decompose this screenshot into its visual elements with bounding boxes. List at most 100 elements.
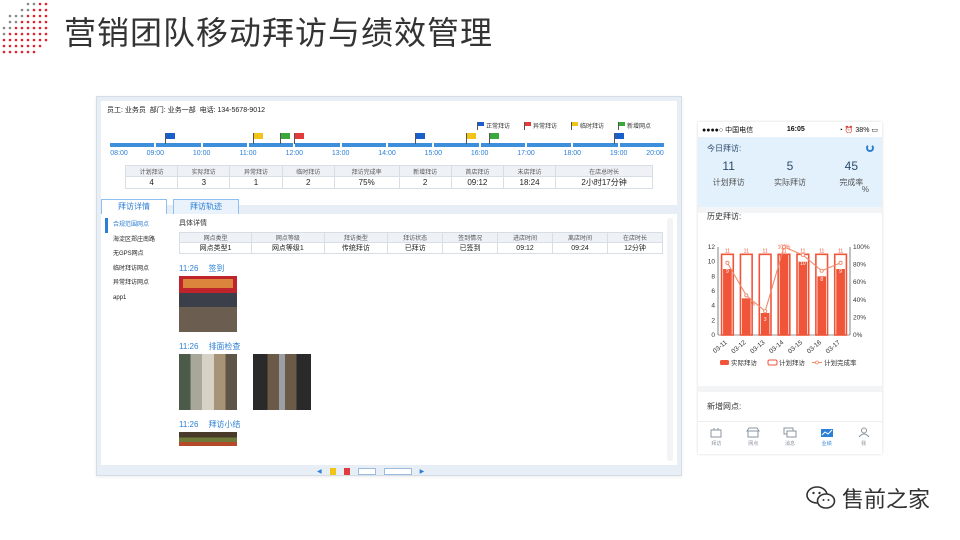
stats-value: 2 [281,176,335,189]
tab-visit[interactable]: 拜访 [698,422,735,454]
page-dot[interactable] [329,468,336,475]
decor-dot [8,32,12,36]
legend-item: 正常拜访 [476,121,510,130]
prev-page-icon[interactable]: ◀ [317,468,322,475]
timeline-label: 14:00 [378,150,396,157]
plan-value-label: 11 [763,248,768,254]
shelf-photo[interactable] [253,354,311,410]
stats-value: 2小时17分钟 [555,176,653,189]
store-photo[interactable] [179,276,237,332]
decor-dot [32,26,36,30]
tab-performance[interactable]: 业绩 [808,422,845,454]
decor-dot [44,26,48,30]
timeline-label: 20:00 [646,150,664,157]
decor-dot [44,8,48,12]
decor-dot [38,32,42,36]
entry-action: 签到 [208,264,225,273]
rate-point[interactable] [725,260,730,265]
decor-dot [44,38,48,42]
timeline-flag[interactable] [280,131,291,149]
timeline-flag[interactable] [465,131,476,149]
kpi-value: 45 [844,159,858,173]
tab-label: 网点 [748,441,759,447]
sidebar-item-outlet[interactable]: 异常拜访网点 [105,276,171,291]
rate-point[interactable] [819,268,824,273]
entry-time: 11:26 [179,420,199,429]
summary-photo[interactable] [179,432,237,446]
timeline-label: 19:00 [609,150,628,157]
rate-point[interactable] [744,293,749,298]
entry-action: 排面检查 [208,342,241,351]
timeline-flag[interactable] [294,131,305,149]
decor-dot [44,20,48,24]
decor-dot [32,20,36,24]
refresh-icon[interactable] [866,144,874,152]
detail-body: 合规范围网点 海淀区郑庄南路 无GPS网点 临时拜访网点 异常拜访网点 app1 具体详情… [101,214,677,465]
entry-shelf-check: 11:26 排面检查 [179,341,663,352]
decor-dot [2,44,6,48]
page-dot[interactable] [343,468,350,475]
timeline-label: 15:00 [424,150,443,157]
outlet-sidebar: 合规范围网点 海淀区郑庄南路 无GPS网点 临时拜访网点 异常拜访网点 app1 [105,218,171,305]
bar-actual[interactable] [836,269,845,335]
page-input[interactable] [357,468,376,475]
timeline-flag[interactable] [414,131,425,149]
checkin-photos [179,276,663,332]
sidebar-item-outlet[interactable]: app1 [105,291,171,306]
rate-point[interactable] [781,244,787,250]
point-label: 10 [800,261,806,267]
bar-actual[interactable] [723,269,732,335]
bar-actual[interactable] [817,276,827,335]
kpi-value: 5 [786,159,794,173]
dots-decoration [2,2,48,54]
timeline-flag[interactable] [488,131,499,149]
desktop-header: 员工: 业务员 部门: 业务一部 电话: 134-5678-9012 正常拜访异… [101,101,677,205]
flag-icon [465,133,476,144]
timeline-flag[interactable] [164,131,175,149]
today-visits-card: 今日拜访: 11 计划拜访 5 实际拜访 45 完成率 % [698,137,882,207]
entry-checkin: 11:26 签到 [179,263,663,274]
tab-outlet[interactable]: 网点 [735,422,772,454]
stats-header: 临时拜访 [281,165,335,177]
bar-actual[interactable] [798,261,808,335]
decor-dot [2,38,6,42]
tab-visit-detail[interactable]: 拜访详情 [101,199,167,214]
tab-profile[interactable]: 我 [845,422,882,454]
flag-icon [523,121,531,130]
rate-point[interactable] [800,252,805,257]
rate-point[interactable] [763,309,768,314]
decor-dot [44,14,48,18]
legend-label: 临时拜访 [579,124,604,130]
decor-dot [20,14,24,18]
tab-message[interactable]: 消息 [772,422,809,454]
detail-cell: 12分钟 [606,242,664,254]
decor-dot [32,2,36,6]
decor-dot [2,32,6,36]
next-page-icon[interactable]: ▶ [420,468,425,475]
history-chart: 0246810120%20%40%60%80%100%11903-111145%… [708,244,870,367]
rate-point[interactable] [838,260,843,265]
detail-cell: 已签到 [442,242,499,254]
flag-icon [476,121,484,130]
decor-dot [32,32,36,36]
sidebar-item-outlet[interactable]: 合规范围网点 [105,218,171,233]
tab-visit-track[interactable]: 拜访轨迹 [173,199,239,214]
y2-tick-label: 100% [853,244,870,251]
page-go-button[interactable] [383,468,412,475]
timeline-flag[interactable] [614,131,625,149]
stats-header: 拜访完成率 [333,165,400,177]
timeline-flag[interactable] [252,131,263,149]
bar-actual[interactable] [779,254,789,335]
sidebar-item-outlet[interactable]: 无GPS网点 [105,247,171,262]
detail-cell: 09:12 [497,242,554,254]
carrier: ●●●●○ 中国电信 [702,126,754,134]
decor-dot [20,44,24,48]
legend-item: 临时拜访 [570,121,604,130]
visit-timeline[interactable]: 08:00 09:00 10:00 11:00 12:00 13:00 14:00 15:00… [108,133,666,159]
sidebar-item-outlet[interactable]: 临时拜访网点 [105,262,171,277]
sidebar-item-outlet[interactable]: 海淀区郑庄南路 [105,233,171,248]
decor-dot [14,32,18,36]
vertical-scrollbar[interactable] [667,218,673,461]
shelf-photo[interactable] [179,354,237,410]
y-tick-label: 10 [708,259,716,266]
